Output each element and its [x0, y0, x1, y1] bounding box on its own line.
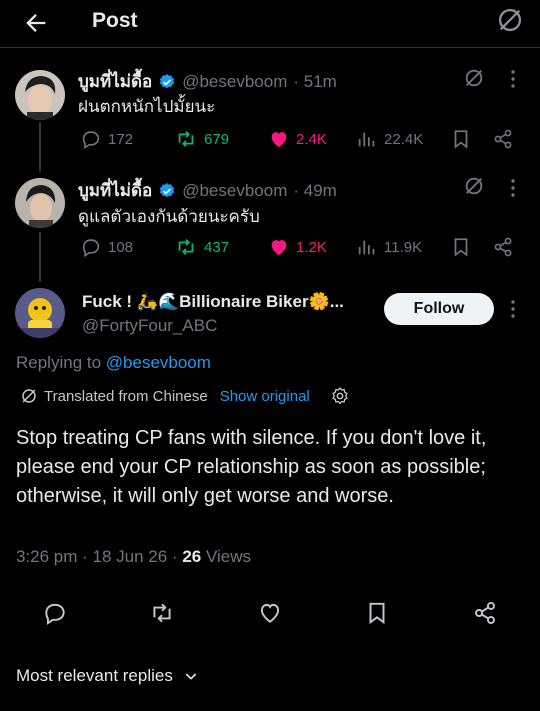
- chevron-down-icon: [183, 668, 199, 684]
- like-button[interactable]: 2.4K: [268, 128, 327, 150]
- verified-badge-icon: [158, 182, 176, 200]
- replies-sort-label: Most relevant replies: [16, 666, 173, 685]
- views-count: 26: [182, 547, 202, 566]
- replies-sort-dropdown[interactable]: Most relevant replies: [16, 666, 199, 686]
- page-title: Post: [92, 9, 138, 32]
- reply-icon: [80, 236, 102, 258]
- more-options-icon[interactable]: [510, 299, 516, 319]
- settings-gear-icon[interactable]: [330, 386, 350, 406]
- tweet-header: บูมที่ไม่ดื้อ @besevboom · 49m: [78, 177, 337, 204]
- tweet-header: บูมที่ไม่ดื้อ @besevboom · 51m: [78, 68, 337, 95]
- bookmark-icon[interactable]: [364, 600, 392, 628]
- grok-icon[interactable]: [463, 175, 485, 197]
- reply-button[interactable]: 108: [80, 236, 133, 258]
- post-time: · 51m: [293, 71, 337, 91]
- heart-icon[interactable]: [257, 600, 285, 628]
- avatar[interactable]: [15, 178, 65, 228]
- repost-count: 679: [204, 130, 230, 148]
- grok-icon[interactable]: [496, 6, 524, 34]
- tweet-text: ดูแลตัวเองกันด้วยนะครับ: [78, 207, 260, 226]
- tweet-actions: 172 679 2.4K 22.4K: [78, 128, 518, 152]
- views-button[interactable]: 11.9K: [356, 236, 422, 258]
- share-button[interactable]: [492, 128, 514, 150]
- views-label: Views: [201, 547, 252, 566]
- heart-filled-icon: [268, 128, 290, 150]
- post-text: Stop treating CP fans with silence. If y…: [16, 427, 487, 507]
- views-button[interactable]: 22.4K: [356, 128, 423, 150]
- handle[interactable]: @FortyFour_ABC: [82, 316, 217, 336]
- show-original-link[interactable]: Show original: [220, 388, 310, 405]
- handle[interactable]: @besevboom: [182, 72, 287, 92]
- share-icon: [492, 236, 514, 258]
- share-button[interactable]: [492, 236, 514, 258]
- share-icon: [492, 128, 514, 150]
- tweet-text: ฝนตกหนักไปมั้ยนะ: [78, 97, 216, 116]
- grok-icon[interactable]: [463, 67, 485, 89]
- bookmark-button[interactable]: [450, 128, 472, 150]
- verified-badge-icon: [158, 73, 176, 91]
- thread-line: [39, 232, 41, 282]
- repost-icon: [174, 236, 198, 258]
- timestamp-text: 3:26 pm · 18 Jun 26 ·: [16, 547, 183, 566]
- reply-button[interactable]: 172: [80, 128, 133, 150]
- avatar[interactable]: [15, 70, 65, 120]
- reply-icon: [80, 128, 102, 150]
- display-name[interactable]: บูมที่ไม่ดื้อ: [78, 68, 152, 95]
- views-bar-chart-icon: [356, 236, 378, 258]
- repost-count: 437: [204, 238, 230, 256]
- translated-label: Translated from Chinese: [44, 387, 208, 405]
- bookmark-icon: [450, 236, 472, 258]
- replying-prefix: Replying to: [16, 353, 106, 372]
- more-options-icon[interactable]: [510, 69, 516, 89]
- repost-icon: [174, 128, 198, 150]
- tweet-actions: 108 437 1.2K 11.9K: [78, 236, 518, 260]
- post-timestamp: 3:26 pm · 18 Jun 26 · 26 Views: [16, 547, 251, 567]
- replying-to-handle[interactable]: @besevboom: [106, 353, 211, 372]
- more-options-icon[interactable]: [510, 178, 516, 198]
- back-arrow-icon[interactable]: [22, 9, 50, 37]
- display-name[interactable]: บูมที่ไม่ดื้อ: [78, 177, 152, 204]
- bookmark-button[interactable]: [450, 236, 472, 258]
- repost-button[interactable]: 437: [174, 236, 229, 258]
- follow-button[interactable]: Follow: [384, 293, 494, 325]
- display-name[interactable]: Fuck ! 🛵🌊Billionaire Biker🌼...: [82, 292, 344, 312]
- like-button[interactable]: 1.2K: [268, 236, 327, 258]
- post-time: · 49m: [293, 180, 337, 200]
- like-count: 1.2K: [296, 238, 327, 256]
- bookmark-icon: [450, 128, 472, 150]
- thread-line: [39, 122, 41, 172]
- translation-bar: Translated from Chinese Show original: [20, 386, 350, 406]
- reply-icon[interactable]: [42, 600, 70, 628]
- views-bar-chart-icon: [356, 128, 378, 150]
- repost-button[interactable]: 679: [174, 128, 229, 150]
- repost-icon[interactable]: [149, 600, 177, 628]
- post-actions: [0, 600, 540, 628]
- reply-count: 108: [108, 238, 134, 256]
- heart-filled-icon: [268, 236, 290, 258]
- top-bar: Post: [0, 0, 540, 48]
- handle[interactable]: @besevboom: [182, 181, 287, 201]
- grok-icon: [20, 387, 38, 405]
- views-count: 22.4K: [384, 130, 424, 148]
- replying-to: Replying to @besevboom: [16, 353, 211, 373]
- share-icon[interactable]: [472, 600, 500, 628]
- reply-count: 172: [108, 130, 134, 148]
- views-count: 11.9K: [384, 238, 423, 256]
- like-count: 2.4K: [296, 130, 327, 148]
- avatar[interactable]: [15, 288, 65, 338]
